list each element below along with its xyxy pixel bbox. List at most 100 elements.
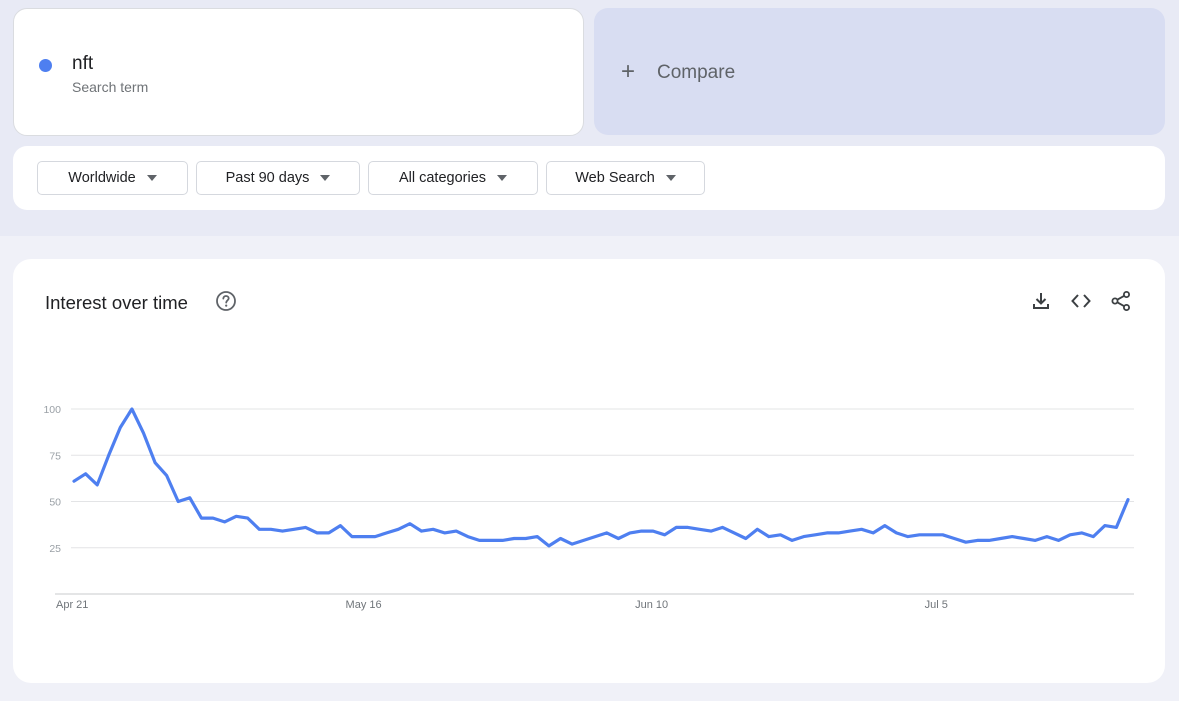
data-point <box>582 539 585 542</box>
data-point <box>605 531 608 534</box>
data-point <box>594 535 597 538</box>
data-point <box>953 537 956 540</box>
data-point <box>860 528 863 531</box>
data-point <box>628 531 631 534</box>
data-point <box>698 528 701 531</box>
x-tick-label: Jun 10 <box>635 599 668 611</box>
data-point <box>466 535 469 538</box>
data-point <box>941 533 944 536</box>
data-point <box>1103 524 1106 527</box>
data-point <box>397 528 400 531</box>
data-point <box>918 533 921 536</box>
filter-time-range[interactable]: Past 90 days <box>196 161 360 195</box>
data-point <box>281 530 284 533</box>
data-point <box>744 537 747 540</box>
search-term-name[interactable]: nft <box>72 53 93 75</box>
data-point <box>339 524 342 527</box>
data-point <box>848 530 851 533</box>
data-point <box>559 537 562 540</box>
data-point <box>235 515 238 518</box>
data-point <box>686 526 689 529</box>
data-point <box>223 520 226 523</box>
data-point <box>547 544 550 547</box>
data-point <box>177 500 180 503</box>
data-point <box>489 539 492 542</box>
filter-category-label: All categories <box>398 170 487 186</box>
data-point <box>802 535 805 538</box>
series-line-nft <box>72 407 1130 548</box>
data-point <box>570 543 573 546</box>
data-point <box>501 539 504 542</box>
data-point <box>513 537 516 540</box>
dropdown-arrow-icon <box>320 175 331 181</box>
search-term-card[interactable]: nft Search term <box>13 8 584 136</box>
data-point <box>304 526 307 529</box>
data-point <box>791 539 794 542</box>
filter-time-range-label: Past 90 days <box>225 170 310 186</box>
data-point <box>432 528 435 531</box>
data-point <box>837 531 840 534</box>
x-tick-label: Jul 5 <box>925 599 948 611</box>
dropdown-arrow-icon <box>497 175 508 181</box>
x-tick-label: May 16 <box>346 599 382 611</box>
data-point <box>408 522 411 525</box>
data-point <box>999 537 1002 540</box>
data-point <box>350 535 353 538</box>
compare-button[interactable]: + Compare <box>594 8 1165 135</box>
filter-location-label: Worldwide <box>68 170 136 186</box>
data-point <box>1022 537 1025 540</box>
x-tick-label: Apr 21 <box>56 599 88 611</box>
data-point <box>825 531 828 534</box>
data-point <box>930 533 933 536</box>
data-point <box>906 535 909 538</box>
data-point <box>211 517 214 520</box>
data-point <box>709 530 712 533</box>
dropdown-arrow-icon <box>665 175 676 181</box>
data-point <box>964 541 967 544</box>
data-point <box>536 535 539 538</box>
data-point <box>142 432 145 435</box>
data-point <box>455 530 458 533</box>
data-point <box>895 531 898 534</box>
data-point <box>1034 539 1037 542</box>
data-point <box>779 533 782 536</box>
data-point <box>72 480 75 483</box>
data-point <box>1069 533 1072 536</box>
data-point <box>987 539 990 542</box>
y-tick-label: 100 <box>43 404 61 416</box>
data-point <box>883 524 886 527</box>
filter-search-type-label: Web Search <box>575 170 655 186</box>
data-point <box>269 528 272 531</box>
data-point <box>721 526 724 529</box>
data-point <box>420 530 423 533</box>
plus-icon: + <box>621 58 636 85</box>
data-point <box>130 407 133 410</box>
data-point <box>814 533 817 536</box>
filters-bar: Worldwide Past 90 days All categories We… <box>13 146 1165 210</box>
data-point <box>246 517 249 520</box>
dropdown-arrow-icon <box>146 175 157 181</box>
data-point <box>165 474 168 477</box>
data-point <box>478 539 481 542</box>
data-point <box>327 531 330 534</box>
data-point <box>652 530 655 533</box>
filter-search-type[interactable]: Web Search <box>546 161 705 195</box>
data-point <box>443 531 446 534</box>
data-point <box>84 472 87 475</box>
interest-line-chart: 100 75 50 25 Apr 21 May 16 Jun 10 Jul 5 <box>43 404 1134 611</box>
data-point <box>617 537 620 540</box>
compare-label: Compare <box>657 62 736 83</box>
data-point <box>976 539 979 542</box>
filter-category[interactable]: All categories <box>368 161 538 195</box>
search-term-subtitle: Search term <box>72 79 149 95</box>
filter-location[interactable]: Worldwide <box>37 161 188 195</box>
data-point <box>1057 539 1060 542</box>
data-point <box>374 535 377 538</box>
data-point <box>1092 535 1095 538</box>
data-point <box>640 530 643 533</box>
series-color-dot <box>39 59 52 72</box>
data-point <box>1045 535 1048 538</box>
data-point <box>258 528 261 531</box>
data-point <box>767 535 770 538</box>
data-point <box>1126 498 1129 501</box>
